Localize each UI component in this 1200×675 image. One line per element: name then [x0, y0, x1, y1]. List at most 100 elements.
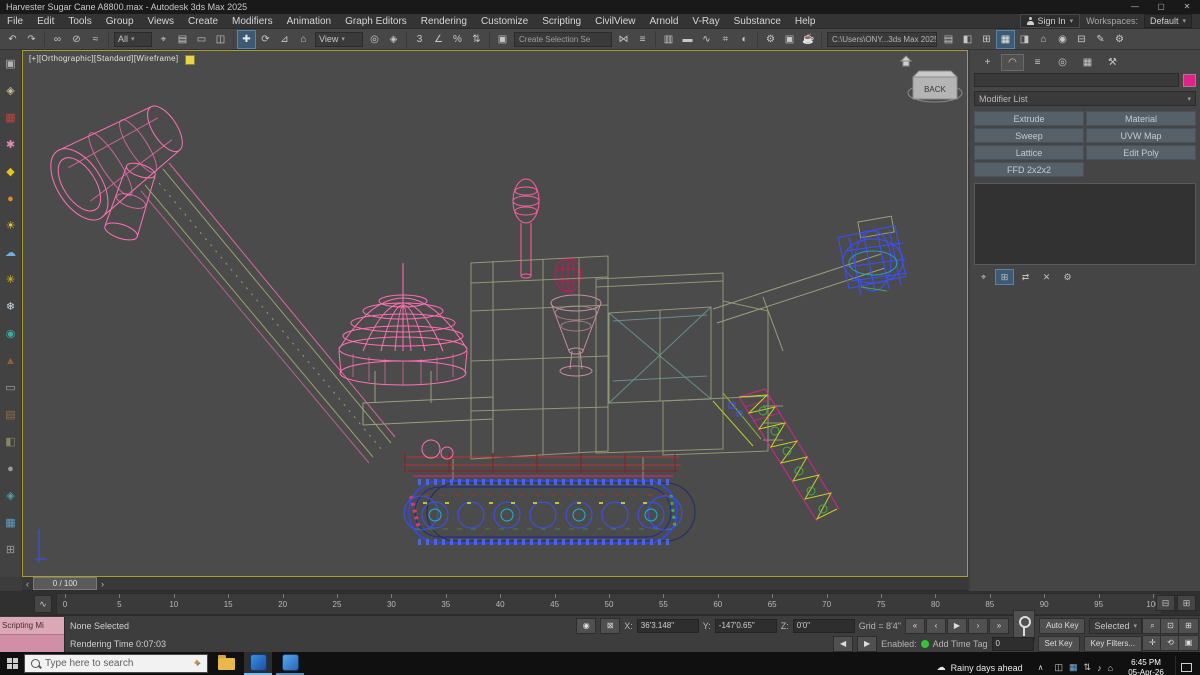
viewcube-home-icon[interactable]	[899, 55, 913, 67]
mini-curve-editor-button[interactable]: ∿	[34, 595, 52, 613]
taskbar-search[interactable]: Type here to search ✦	[24, 654, 208, 673]
ribbon-icon[interactable]: ▬	[678, 30, 697, 49]
menu-scripting[interactable]: Scripting	[535, 14, 588, 29]
render-setup-icon[interactable]: ⚙	[761, 30, 780, 49]
modifier-button-material[interactable]: Material	[1086, 111, 1196, 126]
left-toolbar-icon-16[interactable]: ●	[3, 461, 19, 477]
menu-tools[interactable]: Tools	[61, 14, 98, 29]
tray-icon-4[interactable]: ♪	[1097, 663, 1102, 673]
left-toolbar-icon-12[interactable]: ▲	[3, 353, 19, 369]
menu-customize[interactable]: Customize	[474, 14, 535, 29]
time-slider-grip[interactable]: 0 / 100	[33, 577, 97, 590]
tray-icon-2[interactable]: ▦	[1069, 662, 1078, 673]
zoom-region-icon[interactable]: ⊞	[1178, 618, 1199, 634]
toolbar-extra-3-icon[interactable]: ⊞	[977, 30, 996, 49]
viewport[interactable]: [+][Orthographic][Standard][Wireframe] B…	[22, 50, 968, 577]
menu-graph-editors[interactable]: Graph Editors	[338, 14, 414, 29]
tab-display[interactable]: ▦	[1076, 54, 1099, 71]
key-mode-dropdown[interactable]: Selected ▾	[1089, 618, 1142, 634]
left-toolbar-icon-6[interactable]: ●	[3, 191, 19, 207]
coord-system-dropdown[interactable]: View ▾	[315, 31, 363, 47]
tab-hierarchy[interactable]: ≡	[1026, 54, 1049, 71]
tray-expand-icon[interactable]: ∧	[1033, 663, 1049, 672]
rect-selection-region-icon[interactable]: ▭	[192, 30, 211, 49]
toolbar-extra-2-icon[interactable]: ◧	[958, 30, 977, 49]
modifier-stack[interactable]	[974, 183, 1196, 265]
z-coordinate-field[interactable]: 0'0"	[792, 619, 855, 633]
schematic-view-icon[interactable]: ⌗	[716, 30, 735, 49]
modifier-button-edit-poly[interactable]: Edit Poly	[1086, 145, 1196, 160]
toolbar-extra-5-icon[interactable]: ◨	[1015, 30, 1034, 49]
material-editor-icon[interactable]: ◐	[735, 30, 754, 49]
named-sets-icon[interactable]: ▣	[493, 30, 512, 49]
toolbar-extra-4-icon[interactable]: ▦	[996, 29, 1015, 49]
trackbar-collapse-icon[interactable]: ⊟	[1156, 595, 1175, 611]
left-toolbar-icon-7[interactable]: ☀	[3, 218, 19, 234]
y-coordinate-field[interactable]: -147'0.65"	[714, 619, 777, 633]
curve-editor-icon[interactable]: ∿	[697, 30, 716, 49]
maximize-icon[interactable]: ▢	[1148, 0, 1174, 14]
left-toolbar-icon-17[interactable]: ◈	[3, 488, 19, 504]
play-button[interactable]: ▶	[946, 618, 967, 634]
mirror-icon[interactable]: ⋈	[614, 30, 633, 49]
next-frame-button[interactable]: ›	[967, 618, 988, 634]
rendered-frame-window-icon[interactable]: ▣	[780, 30, 799, 49]
tab-motion[interactable]: ◎	[1051, 54, 1074, 71]
left-toolbar-icon-11[interactable]: ◉	[3, 326, 19, 342]
trackbar-expand-icon[interactable]: ⊞	[1177, 595, 1196, 611]
toolbar-extra-6-icon[interactable]: ⌂	[1034, 30, 1053, 49]
tab-modify[interactable]: ◠	[1001, 54, 1024, 71]
tab-utilities[interactable]: ⚒	[1101, 54, 1124, 71]
frame-number-field[interactable]: 0	[991, 636, 1034, 651]
left-toolbar-icon-5[interactable]: ◆	[3, 164, 19, 180]
toolbar-extra-1-icon[interactable]: ▤	[939, 30, 958, 49]
selection-filter-dropdown[interactable]: All ▾	[114, 31, 152, 47]
render-production-icon[interactable]: ☕	[799, 30, 818, 49]
show-end-result-icon[interactable]: ⊞	[995, 269, 1014, 285]
viewport-label[interactable]: [+][Orthographic][Standard][Wireframe]	[29, 54, 178, 63]
3dsmax-taskbar-button[interactable]	[244, 652, 272, 675]
select-scale-icon[interactable]: ⊿	[275, 30, 294, 49]
menu-rendering[interactable]: Rendering	[414, 14, 474, 29]
auto-key-button[interactable]: Auto Key	[1038, 618, 1086, 634]
percent-snap-icon[interactable]: %	[448, 30, 467, 49]
macro-recorder-pane[interactable]: Scripting Mi	[0, 617, 64, 635]
menu-file[interactable]: File	[0, 14, 30, 29]
time-slider-prev-icon[interactable]: ‹	[22, 579, 33, 589]
previous-frame-button[interactable]: ‹	[925, 618, 946, 634]
menu-views[interactable]: Views	[141, 14, 182, 29]
scene-explorer-icon[interactable]: ▥	[659, 30, 678, 49]
left-toolbar-icon-2[interactable]: ◈	[3, 83, 19, 99]
toolbar-extra-8-icon[interactable]: ⊟	[1072, 30, 1091, 49]
taskbar-clock[interactable]: 6:45 PM 05-Apr-26	[1119, 658, 1173, 675]
toolbar-extra-9-icon[interactable]: ✎	[1091, 30, 1110, 49]
spinner-snap-icon[interactable]: ⇅	[467, 30, 486, 49]
minimize-icon[interactable]: —	[1122, 0, 1148, 14]
scripting-pane[interactable]	[0, 635, 64, 652]
viewcube[interactable]: BACK	[899, 55, 963, 103]
left-toolbar-icon-19[interactable]: ⊞	[3, 542, 19, 558]
left-toolbar-icon-9[interactable]: ✳	[3, 272, 19, 288]
menu-group[interactable]: Group	[99, 14, 141, 29]
select-link-icon[interactable]: ∞	[48, 30, 67, 49]
x-coordinate-field[interactable]: 36'3.148"	[636, 619, 699, 633]
key-filters-button[interactable]: Key Filters...	[1083, 635, 1142, 652]
remove-modifier-icon[interactable]: ✕	[1037, 269, 1056, 285]
configure-modifier-sets-icon[interactable]: ⚙	[1058, 269, 1077, 285]
toolbar-extra-7-icon[interactable]: ◉	[1053, 30, 1072, 49]
set-key-button[interactable]: Set Key	[1037, 635, 1080, 652]
next-key-icon[interactable]: ▶	[857, 635, 878, 652]
left-toolbar-icon-10[interactable]: ❄	[3, 299, 19, 315]
start-button[interactable]	[0, 652, 24, 675]
menu-arnold[interactable]: Arnold	[642, 14, 685, 29]
snap-toggle-3d-icon[interactable]: 3	[410, 30, 429, 49]
modifier-button-lattice[interactable]: Lattice	[974, 145, 1084, 160]
left-toolbar-icon-3[interactable]: ▦	[3, 110, 19, 126]
menu-substance[interactable]: Substance	[727, 14, 788, 29]
add-time-tag[interactable]: Add Time Tag	[933, 639, 988, 649]
undo-icon[interactable]: ↶	[3, 30, 22, 49]
selection-lock-icon[interactable]: ⊠	[600, 618, 621, 634]
tray-icon-3[interactable]: ⇅	[1084, 662, 1092, 673]
menu-edit[interactable]: Edit	[30, 14, 61, 29]
modifier-button-extrude[interactable]: Extrude	[974, 111, 1084, 126]
